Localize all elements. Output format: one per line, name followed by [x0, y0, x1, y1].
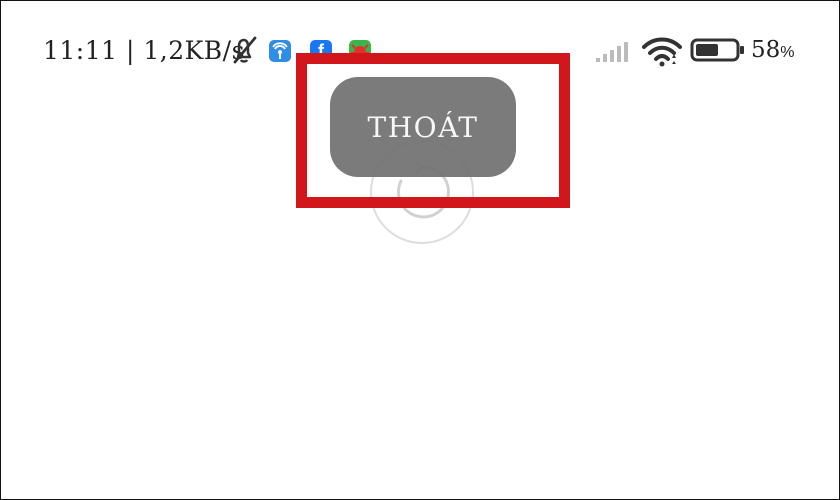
time-network-speed: 11:11 | 1,2KB/s [43, 36, 245, 65]
bug-icon [351, 44, 369, 58]
battery-value: 58 [751, 37, 781, 63]
battery-percentage: 58% [751, 37, 795, 63]
phone-screen: 11:11 | 1,2KB/s f 58% THOÁT [0, 0, 840, 500]
facebook-icon: f [310, 40, 332, 62]
signal-icon [596, 42, 628, 62]
battery-icon [690, 38, 744, 62]
battery-unit: % [780, 44, 795, 61]
facebook-letter: f [318, 41, 324, 61]
wifi-icon [642, 37, 682, 67]
battery-fill [696, 44, 718, 56]
wifi-app-glyph-icon [272, 42, 288, 59]
bell-off-icon [233, 36, 257, 64]
wifi-app-icon [269, 40, 291, 62]
exit-button[interactable]: THOÁT [330, 77, 516, 177]
antivirus-app-icon [349, 40, 371, 62]
